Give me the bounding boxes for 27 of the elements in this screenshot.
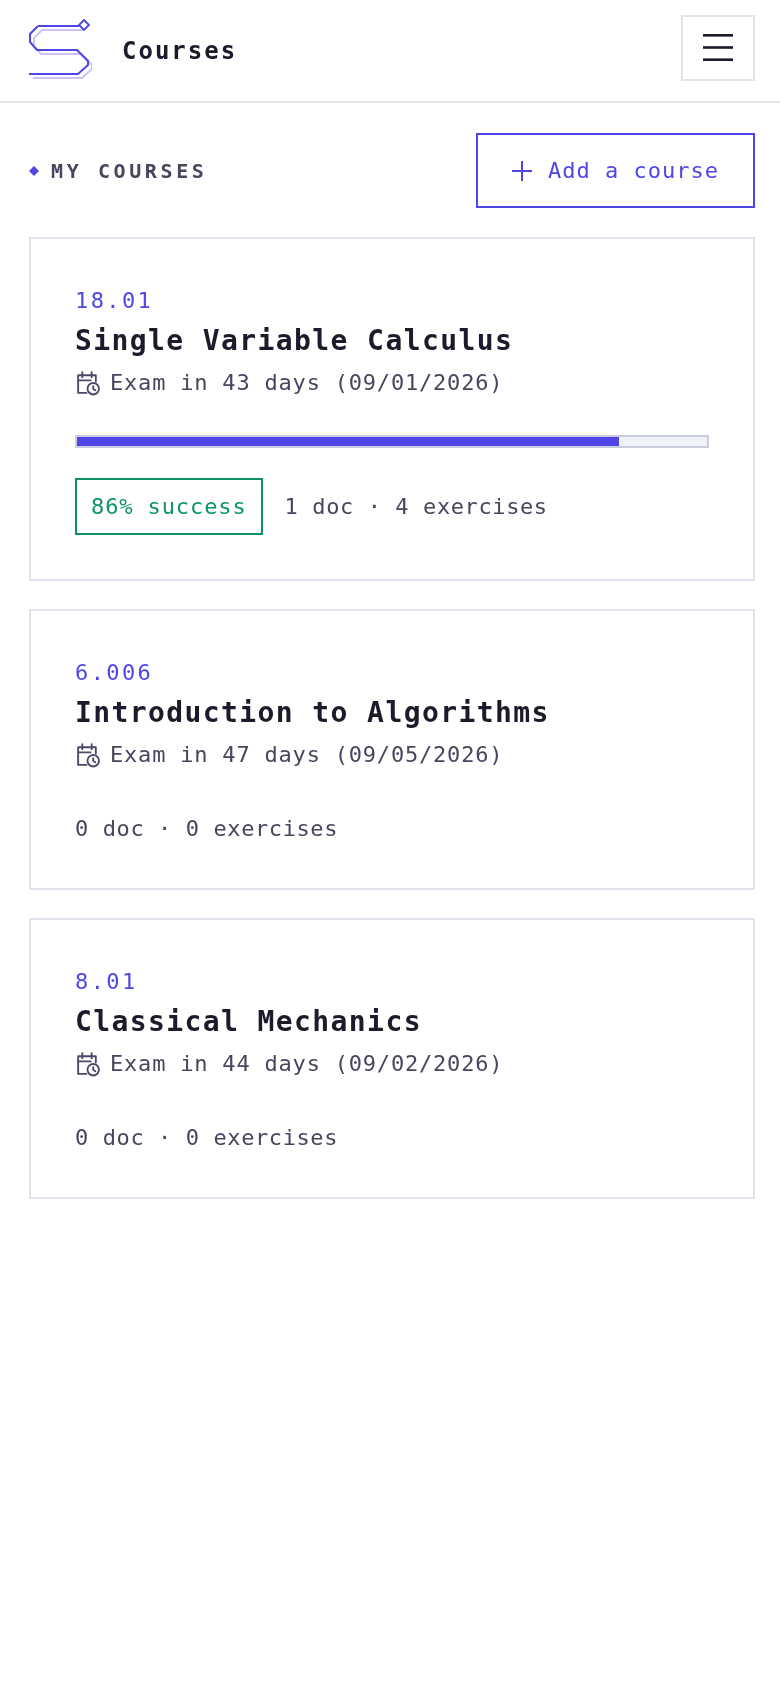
add-course-button[interactable]: Add a course (476, 133, 755, 208)
logo-icon (28, 18, 92, 81)
course-card[interactable]: 8.01 Classical Mechanics Exam in 44 days (09/02/2026) 0 doc · 0 exercises (29, 918, 755, 1199)
course-card[interactable]: 18.01 Single Variable Calculus Exam in 43 days (09/01/2026) 86% success 1 doc · 4 exercises (29, 237, 755, 581)
calendar-clock-icon (75, 1051, 100, 1077)
section-title: MY COURSES (51, 158, 208, 183)
diamond-icon (29, 165, 39, 176)
course-name: Classical Mechanics (75, 1004, 422, 1040)
course-code: 18.01 (75, 287, 154, 315)
calendar-clock-icon (75, 370, 100, 396)
course-card[interactable]: 6.006 Introduction to Algorithms Exam in 47 days (09/05/2026) 0 doc · 0 exercises (29, 609, 755, 890)
course-stats: 1 doc · 4 exercises (284, 492, 548, 521)
course-code: 6.006 (75, 659, 154, 687)
menu-button[interactable] (681, 14, 755, 81)
exam-date-text: Exam in 44 days (09/02/2026) (110, 1050, 504, 1078)
course-name: Introduction to Algorithms (75, 695, 550, 731)
course-stats: 0 doc · 0 exercises (75, 815, 339, 843)
menu-icon (703, 34, 733, 61)
calendar-clock-icon (75, 742, 100, 768)
course-code: 8.01 (75, 968, 138, 996)
exam-date-text: Exam in 47 days (09/05/2026) (110, 741, 504, 769)
success-badge: 86% success (75, 478, 263, 535)
page-title: Courses (122, 36, 238, 65)
plus-icon (512, 160, 532, 181)
course-name: Single Variable Calculus (75, 323, 514, 359)
course-stats: 0 doc · 0 exercises (75, 1124, 339, 1152)
exam-date-text: Exam in 43 days (09/01/2026) (110, 369, 504, 397)
